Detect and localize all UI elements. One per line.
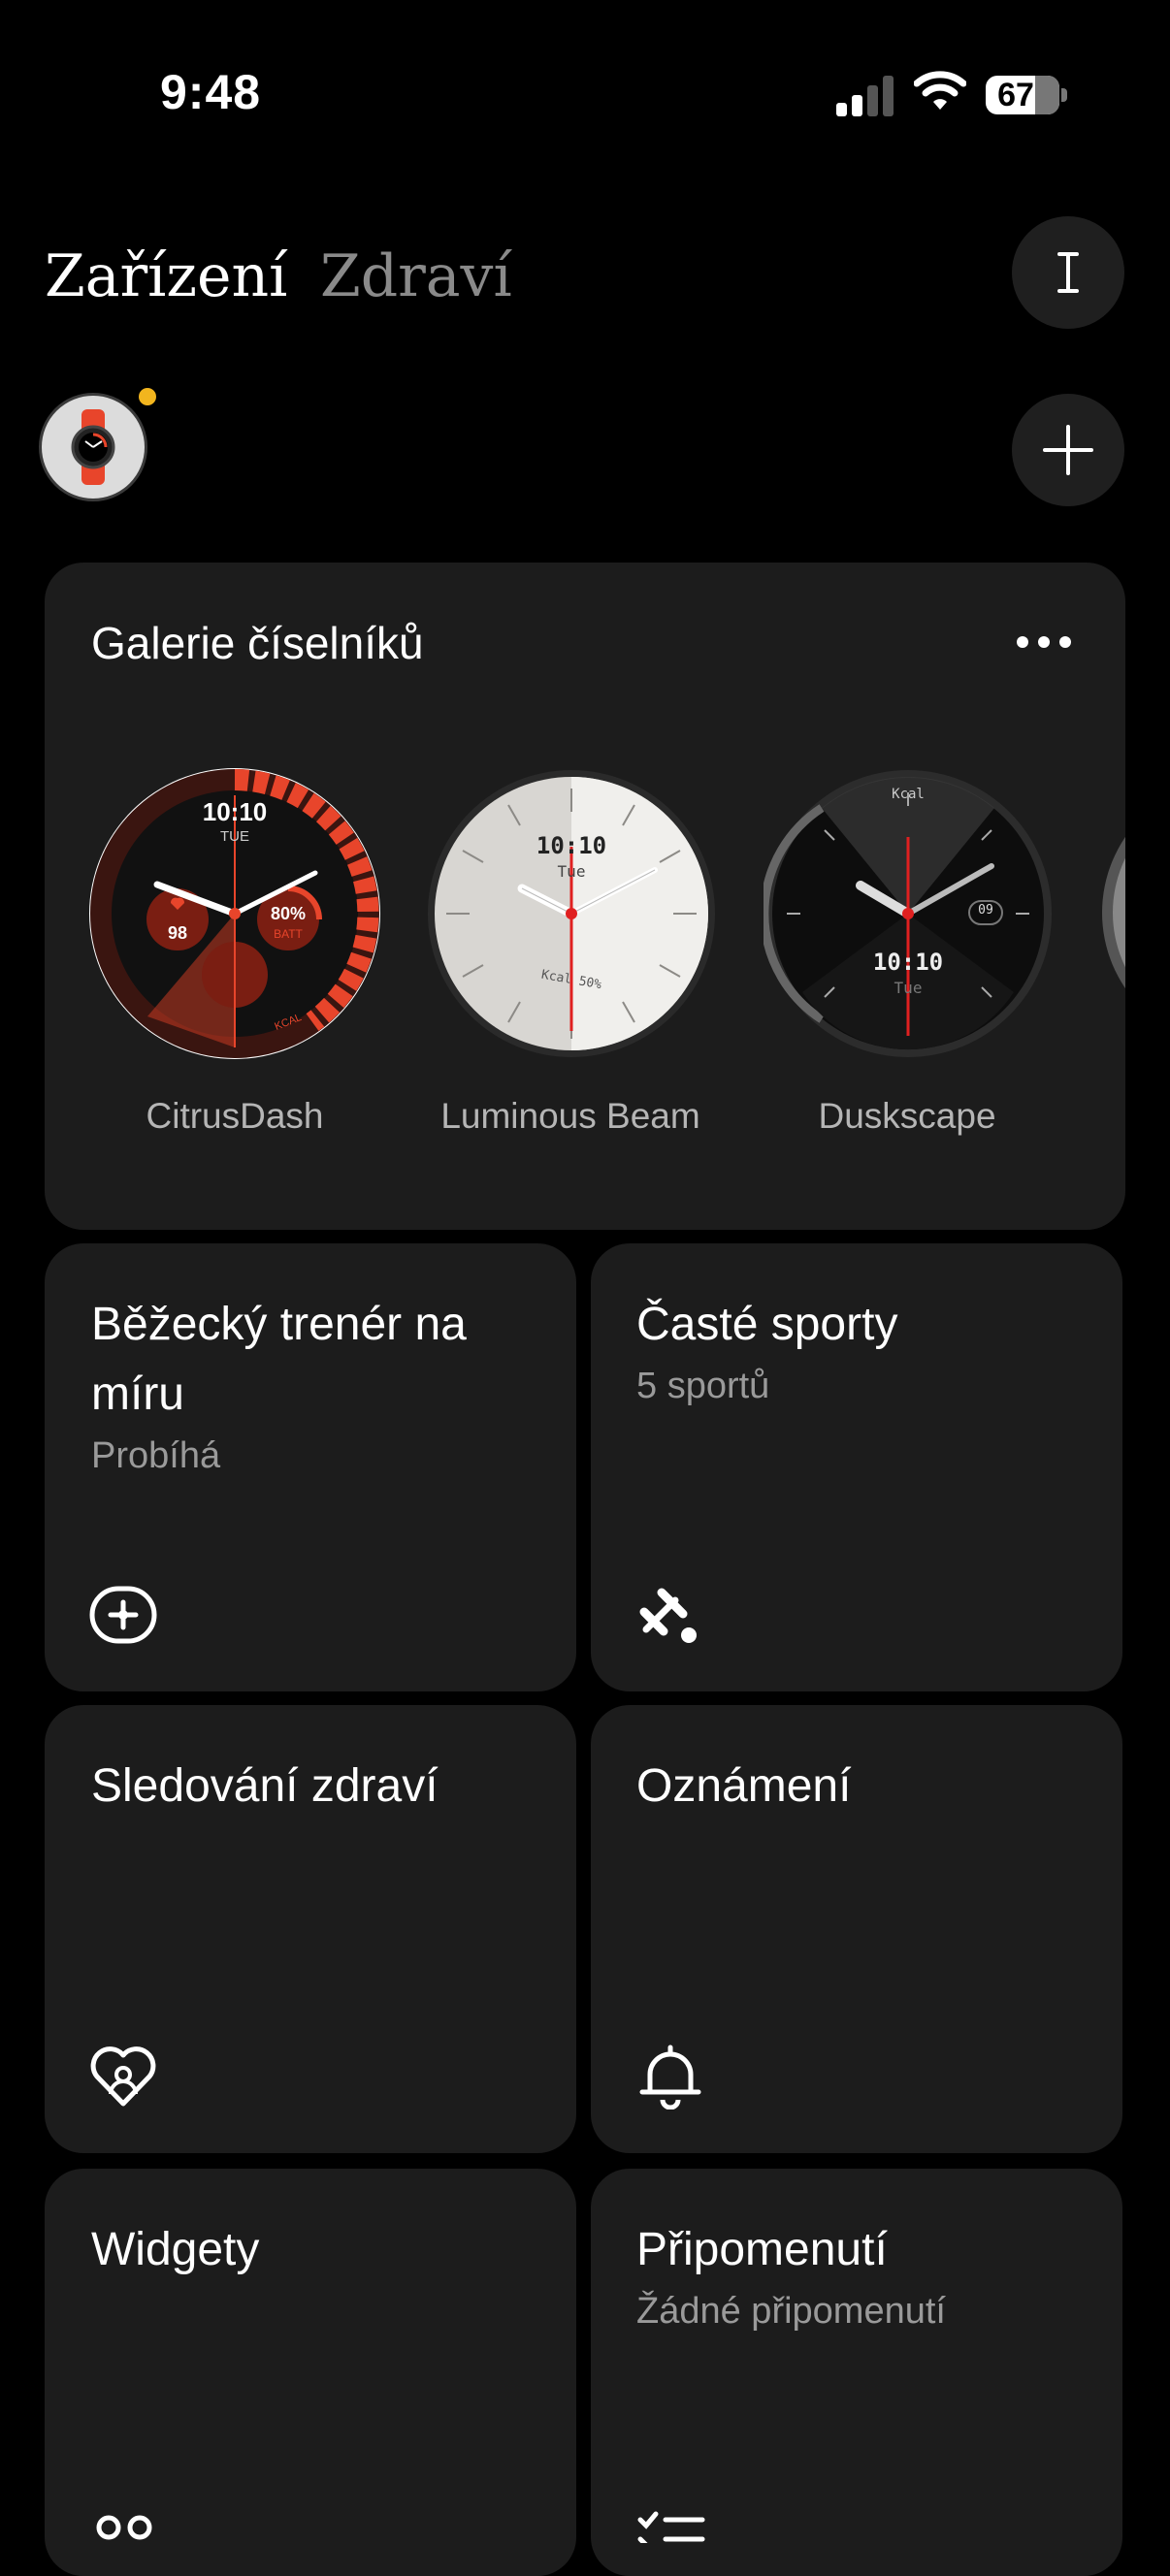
heart-person-icon	[90, 2046, 156, 2107]
luminous-beam-time: 10:10	[536, 832, 607, 859]
gallery-title: Galerie číselníků	[91, 618, 424, 668]
partial-face-image	[1102, 836, 1125, 989]
tab-health[interactable]: Zdraví	[320, 242, 512, 310]
tile-title: Sledování zdraví	[91, 1760, 439, 1812]
citrusdash-time: 10:10	[202, 797, 268, 826]
checklist-icon	[637, 2511, 705, 2543]
watch-face-luminous-beam[interactable]: 10:10 Tue Kcal 50%	[427, 769, 716, 1058]
duskscape-kcal: Kcal	[892, 787, 925, 802]
device-avatar[interactable]	[39, 393, 147, 501]
text-cursor-icon	[1057, 252, 1079, 293]
menu-button[interactable]	[1012, 216, 1124, 329]
tile-title: Oznámení	[636, 1760, 852, 1812]
wifi-icon	[914, 71, 966, 110]
watch-face-partial[interactable]	[1100, 776, 1125, 1049]
tile-title: Běžecký trenér na míru	[91, 1299, 467, 1420]
watch-face-citrusdash[interactable]: 10:10 TUE 98 80% BATT KCAL	[87, 766, 382, 1061]
tile-title: Widgety	[91, 2224, 260, 2275]
battery-icon: 67	[986, 76, 1067, 114]
tab-devices[interactable]: Zařízení	[45, 242, 287, 310]
citrusdash-battery-label: BATT	[274, 927, 303, 941]
tile-subtitle: Žádné připomenutí	[636, 2291, 946, 2332]
citrusdash-heart-rate: 98	[167, 923, 188, 943]
luminous-beam-face-image	[428, 770, 715, 1057]
duskscape-face-image	[760, 770, 1052, 1057]
running-coach-icon	[89, 1586, 157, 1644]
watch-face-label: Luminous Beam	[440, 1096, 700, 1136]
tile-subtitle: Probíhá	[91, 1435, 221, 1476]
citrusdash-day: TUE	[220, 828, 249, 845]
watch-face-label: Duskscape	[818, 1096, 996, 1136]
plus-icon	[1043, 425, 1093, 475]
duskscape-time: 10:10	[872, 949, 944, 976]
tile-title: Časté sporty	[636, 1299, 898, 1350]
watch-face-label: CitrusDash	[146, 1096, 324, 1136]
duskscape-date: 09	[978, 903, 993, 918]
dumbbell-icon	[639, 1588, 697, 1643]
duskscape-day: Tue	[894, 979, 923, 997]
widgets-icon	[96, 2515, 152, 2540]
citrusdash-battery: 80%	[270, 904, 307, 923]
cellular-signal-icon	[836, 76, 894, 116]
add-device-button[interactable]	[1012, 394, 1124, 506]
watch-face-duskscape[interactable]: Kcal 09 10:10 Tue	[760, 769, 1053, 1058]
ellipsis-icon[interactable]	[1015, 634, 1073, 650]
luminous-beam-day: Tue	[557, 862, 586, 881]
tile-title: Připomenutí	[636, 2224, 888, 2275]
watch-icon	[71, 409, 115, 485]
bell-icon	[639, 2045, 701, 2109]
notification-dot	[139, 388, 156, 405]
tile-subtitle: 5 sportů	[636, 1366, 770, 1406]
battery-level: 67	[997, 77, 1034, 113]
status-time: 9:48	[160, 65, 262, 119]
